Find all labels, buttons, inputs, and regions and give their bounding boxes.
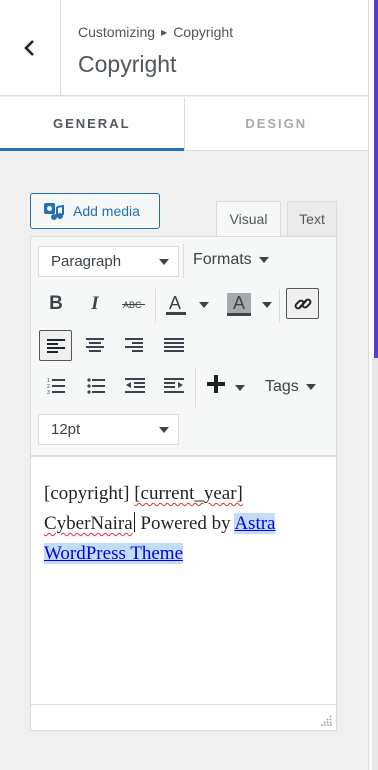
- align-right-button[interactable]: [119, 330, 149, 360]
- resize-grip-icon[interactable]: [321, 715, 332, 726]
- chevron-down-icon: [159, 427, 169, 433]
- align-right-icon: [125, 338, 143, 352]
- tab-visual[interactable]: Visual: [216, 201, 281, 236]
- insert-button[interactable]: [201, 369, 231, 399]
- page-title: Copyright: [78, 51, 177, 77]
- svg-text:A: A: [233, 293, 245, 313]
- year-shortcode: [current_year]: [134, 483, 243, 504]
- background-color-icon: A: [227, 293, 251, 316]
- breadcrumb: Customizing ▶ Copyright: [78, 24, 233, 40]
- copyright-shortcode: [copyright]: [44, 483, 135, 504]
- media-icon: [44, 203, 64, 220]
- section-tabs: GENERAL DESIGN: [0, 97, 368, 151]
- outdent-icon: [125, 378, 145, 393]
- formats-menu[interactable]: Formats: [193, 251, 269, 269]
- tab-general[interactable]: GENERAL: [0, 97, 185, 151]
- align-center-icon: [86, 338, 104, 352]
- italic-button[interactable]: I: [80, 289, 110, 319]
- bulleted-list-button[interactable]: [81, 371, 111, 401]
- customizer-header: Customizing ▶ Copyright Copyright: [0, 0, 368, 96]
- link-button[interactable]: [286, 288, 319, 319]
- align-left-button[interactable]: [39, 330, 72, 361]
- breadcrumb-arrow-icon: ▶: [161, 27, 168, 37]
- editor-content-area[interactable]: [copyright] [current_year] CyberNaira Po…: [30, 456, 337, 731]
- align-left-icon: [46, 338, 65, 353]
- font-size-value: 12pt: [51, 421, 81, 438]
- preview-edge: [368, 0, 378, 770]
- svg-text:3: 3: [47, 390, 50, 395]
- font-size-select[interactable]: 12pt: [38, 414, 179, 445]
- text-color-button[interactable]: A: [161, 289, 191, 319]
- chevron-down-icon: [258, 257, 269, 263]
- ordered-list-icon: 1 2 3: [47, 378, 65, 395]
- align-justify-icon: [164, 338, 184, 352]
- powered-by-text: Powered by: [135, 513, 235, 534]
- indent-button[interactable]: [159, 371, 189, 401]
- link-icon: [294, 298, 311, 309]
- text-color-icon: A: [166, 293, 186, 315]
- site-name: CyberNaira: [44, 513, 133, 534]
- breadcrumb-current: Copyright: [173, 24, 234, 40]
- chevron-down-icon: [159, 259, 169, 265]
- chevron-down-icon[interactable]: [199, 302, 209, 308]
- align-justify-button[interactable]: [159, 330, 189, 360]
- preview-accent-bar: [374, 0, 378, 358]
- add-media-button[interactable]: Add media: [30, 193, 160, 229]
- add-media-label: Add media: [73, 203, 140, 219]
- block-format-value: Paragraph: [51, 253, 122, 270]
- formats-label: Formats: [193, 251, 252, 268]
- tags-label: Tags: [265, 378, 299, 395]
- editor-toolbar: Paragraph Formats B I ABC A A 1 2 3 Tags…: [30, 236, 337, 456]
- bold-button[interactable]: B: [41, 289, 71, 319]
- bulleted-list-icon: [87, 378, 105, 394]
- editor-statusbar: [31, 704, 336, 730]
- ordered-list-button[interactable]: 1 2 3: [41, 371, 71, 401]
- editor-text[interactable]: [copyright] [current_year] CyberNaira Po…: [44, 479, 329, 569]
- indent-icon: [164, 378, 184, 393]
- preview-scroll-area: [372, 358, 378, 770]
- tab-design[interactable]: DESIGN: [185, 97, 369, 150]
- bold-icon: B: [49, 293, 63, 314]
- align-center-button[interactable]: [80, 330, 110, 360]
- strikethrough-icon: ABC: [122, 300, 145, 310]
- background-color-button[interactable]: A: [224, 289, 254, 319]
- chevron-down-icon: [305, 384, 316, 390]
- tab-text[interactable]: Text: [287, 201, 337, 236]
- chevron-left-icon: [24, 40, 34, 56]
- back-button[interactable]: [0, 0, 61, 96]
- breadcrumb-root: Customizing: [78, 24, 156, 40]
- block-format-select[interactable]: Paragraph: [38, 246, 179, 277]
- svg-text:A: A: [169, 293, 181, 313]
- text-cursor: [133, 512, 135, 532]
- tags-menu[interactable]: Tags: [265, 378, 316, 396]
- insert-plus-icon: [207, 375, 225, 393]
- outdent-button[interactable]: [120, 371, 150, 401]
- italic-icon: I: [91, 293, 99, 314]
- chevron-down-icon[interactable]: [235, 385, 245, 391]
- chevron-down-icon[interactable]: [262, 302, 272, 308]
- strikethrough-button[interactable]: ABC: [119, 289, 149, 319]
